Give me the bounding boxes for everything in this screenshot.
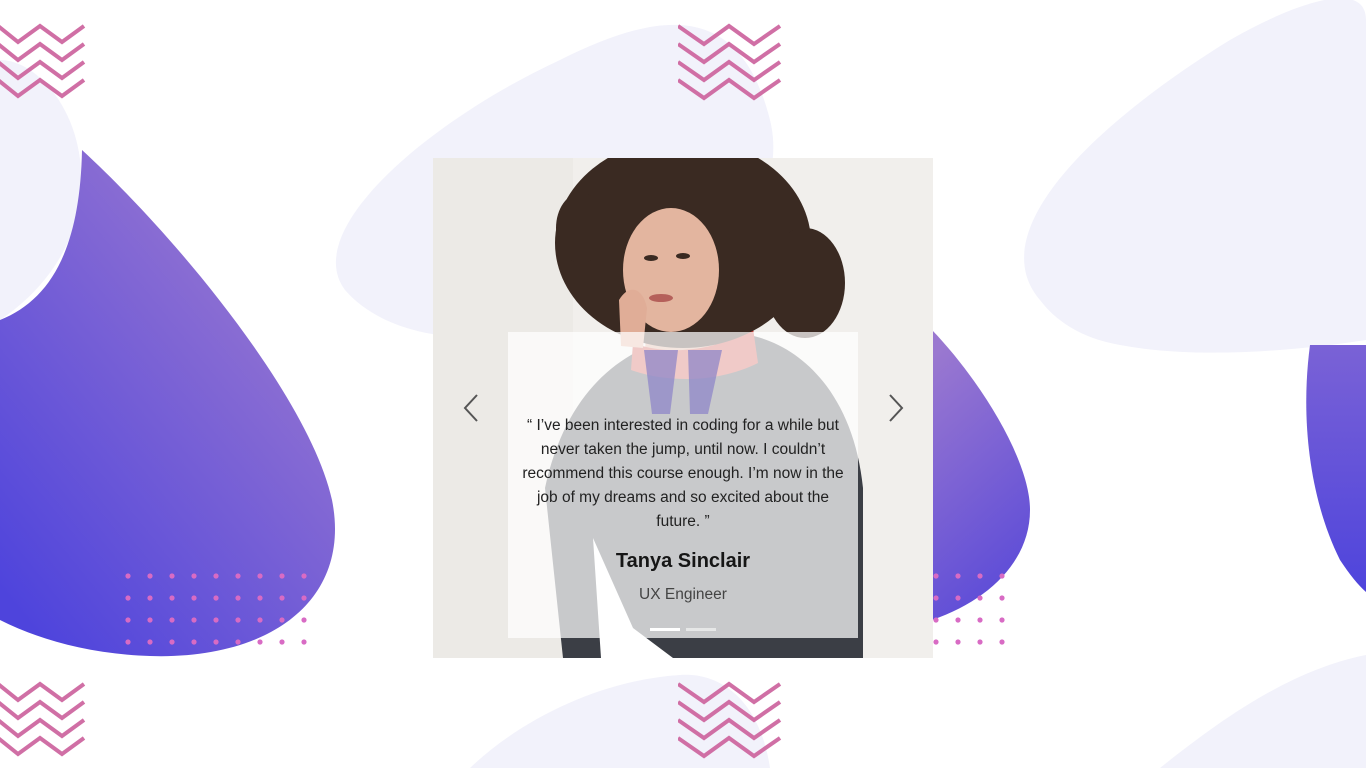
zigzag-decoration-top-left: [0, 23, 86, 99]
carousel-indicator-1[interactable]: [650, 628, 680, 631]
light-blob-bottom-right: [1160, 655, 1366, 768]
testimonial-role: UX Engineer: [639, 586, 727, 603]
carousel-indicators: [650, 628, 716, 631]
zigzag-decoration-bottom-left: [0, 681, 86, 757]
zigzag-decoration-top-center: [678, 23, 782, 101]
testimonial-carousel: “ I’ve been interested in coding for a w…: [433, 158, 933, 658]
testimonial-name: Tanya Sinclair: [615, 550, 751, 572]
purple-blob-right: [1306, 345, 1366, 592]
dot-grid-left: [125, 573, 307, 645]
quote-icon: [644, 350, 722, 414]
page-background: “ I’ve been interested in coding for a w…: [0, 0, 1366, 768]
testimonial-quote: “ I’ve been interested in coding for a w…: [522, 417, 844, 530]
light-blob-right: [1024, 0, 1366, 353]
dot-grid-right: [933, 573, 1005, 645]
carousel-indicator-2[interactable]: [686, 628, 716, 631]
chevron-right-icon: [889, 394, 904, 422]
carousel-prev-button[interactable]: [457, 392, 485, 424]
chevron-left-icon: [463, 394, 478, 422]
zigzag-decoration-bottom-center: [678, 681, 782, 759]
testimonial-card: “ I’ve been interested in coding for a w…: [508, 332, 858, 638]
carousel-next-button[interactable]: [882, 392, 910, 424]
